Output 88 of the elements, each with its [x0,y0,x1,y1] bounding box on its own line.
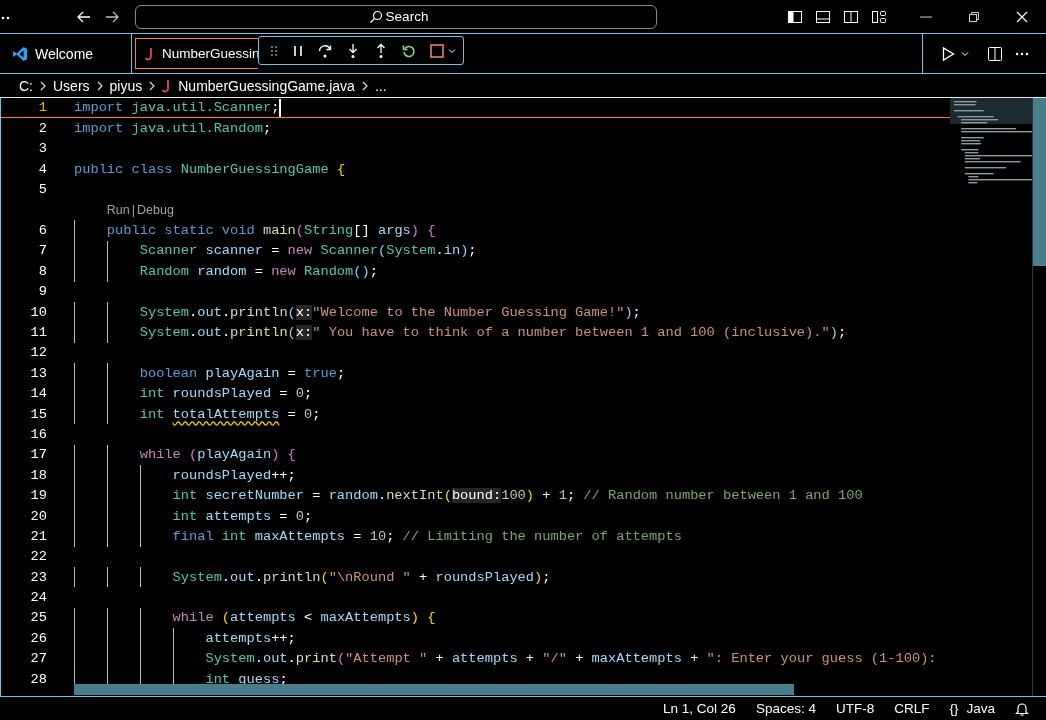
horizontal-scrollbar[interactable] [74,684,794,695]
codelens-link[interactable]: Debug [137,203,174,218]
line-number: 9 [37,284,47,300]
step-over-icon[interactable] [317,42,333,59]
split-editor-icon[interactable] [987,45,1003,62]
code-line: public static void main(String[] args) { [105,223,436,239]
close-icon[interactable] [1015,9,1029,24]
pause-icon[interactable] [291,43,305,58]
chevron-icon [95,79,104,92]
code-line: boolean playAgain = true; [138,365,346,381]
line-number: 25 [29,610,47,626]
line-number: 17 [29,447,47,463]
line-number: 13 [29,365,47,381]
bell-icon[interactable] [1015,700,1029,717]
code-line: final int maxAttempts = 10; // Limiting the number of attempts [171,528,682,544]
line-number: 18 [29,467,47,483]
separator-text: | [131,203,136,218]
breadcrumb-item[interactable]: Users [53,77,90,94]
line-number: 10 [29,304,47,320]
run-icon[interactable] [940,45,956,62]
line-number: 20 [29,508,47,524]
indentation-setting[interactable]: Spaces: 4 [755,701,816,716]
line-number: 5 [37,182,47,198]
search-icon [369,9,383,24]
search-field[interactable]: Search [135,4,657,29]
code-line: System.out.println(x:"Welcome to the Number Guessing Game!"); [138,304,641,320]
line-number: 11 [29,325,47,340]
line-number: 27 [29,651,47,667]
code-line: System.out.print("Attempt " + attempts + "/" + maxAttempts + ": Enter your guess (1-100): [204,651,937,667]
codelens-link[interactable]: Run [106,203,130,218]
restore-icon[interactable] [967,9,981,24]
code-line: int attempts = 0; [171,508,313,524]
line-number: 23 [29,569,47,585]
line-number: 22 [29,549,47,565]
code-line: while (attempts < maxAttempts) { [171,610,436,626]
layout-icon[interactable] [871,8,887,25]
line-number: 3 [37,141,47,157]
line-number: 2 [37,121,47,137]
editor-tab[interactable]: NumberGuessin [135,38,258,69]
line-number: 8 [37,263,47,279]
code-line: int totalAttempts = 0; [138,406,321,422]
code-line: import java.util.Scanner; [74,100,280,116]
line-number: 12 [29,345,47,361]
chevron-icon [148,79,157,92]
line-number: 19 [29,488,47,504]
code-line: Scanner scanner = new Scanner(System.in); [138,243,477,259]
code-line: System.out.println(x:" You have to think of a number between 1 and 100 (inclusive)."); [138,325,847,340]
braces-icon: {} [949,701,959,716]
drag-handle-icon[interactable] [269,43,279,58]
language-mode[interactable]: Java [966,701,995,716]
breadcrumb-item[interactable]: ... [374,77,387,94]
editor-tab[interactable]: Welcome [0,34,132,73]
chevron-icon [360,79,369,92]
breadcrumb-item[interactable]: piyus [109,77,143,94]
code-line: public class NumberGuessingGame { [74,161,346,177]
code-line: int roundsPlayed = 0; [138,386,313,402]
line-number: 16 [29,426,47,442]
chevron-icon [39,79,47,92]
line-number: 1 [37,100,47,116]
line-number: 6 [37,223,47,239]
code-line: Random random = new Random(); [138,263,378,279]
encoding-setting[interactable]: UTF-8 [835,701,875,716]
code-line: while (playAgain) { [138,447,296,463]
line-number: 26 [29,630,47,646]
cursor-position[interactable]: Ln 1, Col 26 [663,701,736,716]
sidebar-toggle-icon[interactable] [787,8,803,25]
code-line: System.out.println("\nRound " + roundsPlayed); [171,569,551,585]
vertical-scrollbar[interactable] [1032,98,1046,696]
code-line: roundsPlayed++; [171,467,296,483]
java-file-icon [145,46,155,61]
stop-icon[interactable] [429,42,445,59]
panel-toggle-icon[interactable] [815,8,831,25]
code-line: attempts++; [204,630,296,646]
code-editor-logo-icon [12,45,28,62]
line-number: 7 [37,243,47,259]
line-number: 4 [37,161,47,177]
text-cursor [279,98,282,117]
code-line: int secretNumber = random.nextInt(bound:100) + 1; // Random number between 1 and 100 [171,488,863,504]
line-number: 28 [29,671,47,687]
breadcrumb-item[interactable]: NumberGuessingGame.java [178,77,355,94]
line-number: 21 [29,528,47,544]
breadcrumb-item[interactable]: C: [19,77,33,94]
line-ending-setting[interactable]: CRLF [894,701,930,716]
line-number: 15 [29,406,47,422]
secondary-sidebar-icon[interactable] [843,8,859,25]
line-number: 24 [29,590,47,606]
line-number: 14 [29,386,47,402]
code-line: import java.util.Random; [74,121,272,137]
